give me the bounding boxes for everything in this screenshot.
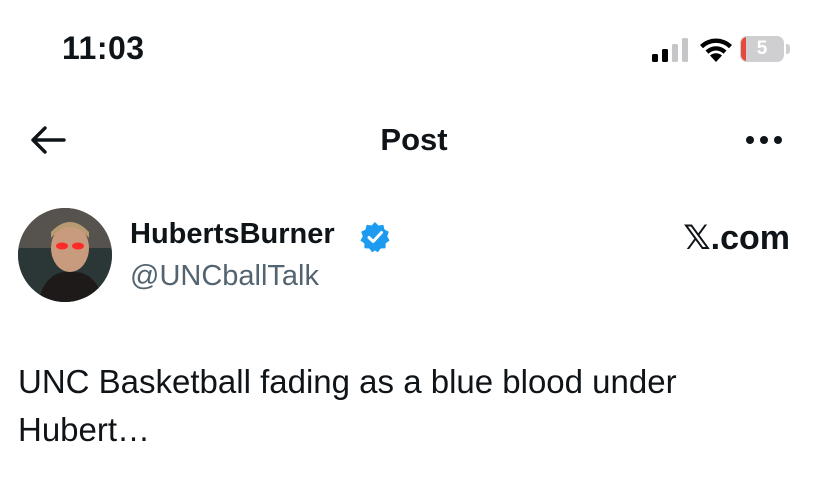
author-handle[interactable]: @UNCballTalk xyxy=(130,260,319,293)
status-bar: 11:03 5 xyxy=(0,0,828,100)
author-name[interactable]: HubertsBurner xyxy=(130,218,335,251)
verified-badge-icon xyxy=(360,222,390,253)
wifi-icon xyxy=(700,38,732,62)
status-time: 11:03 xyxy=(62,30,145,66)
avatar-image xyxy=(18,208,112,302)
battery-indicator: 5 xyxy=(740,36,792,62)
battery-cap xyxy=(786,44,790,54)
post-text: UNC Basketball fading as a blue blood un… xyxy=(18,363,677,448)
page-title: Post xyxy=(380,122,448,157)
cellular-signal-icon xyxy=(652,38,688,62)
x-com-watermark: 𝕏.com xyxy=(683,219,790,257)
more-horizontal-icon[interactable] xyxy=(744,128,784,152)
avatar[interactable] xyxy=(18,208,112,302)
battery-percent: 5 xyxy=(756,38,768,59)
